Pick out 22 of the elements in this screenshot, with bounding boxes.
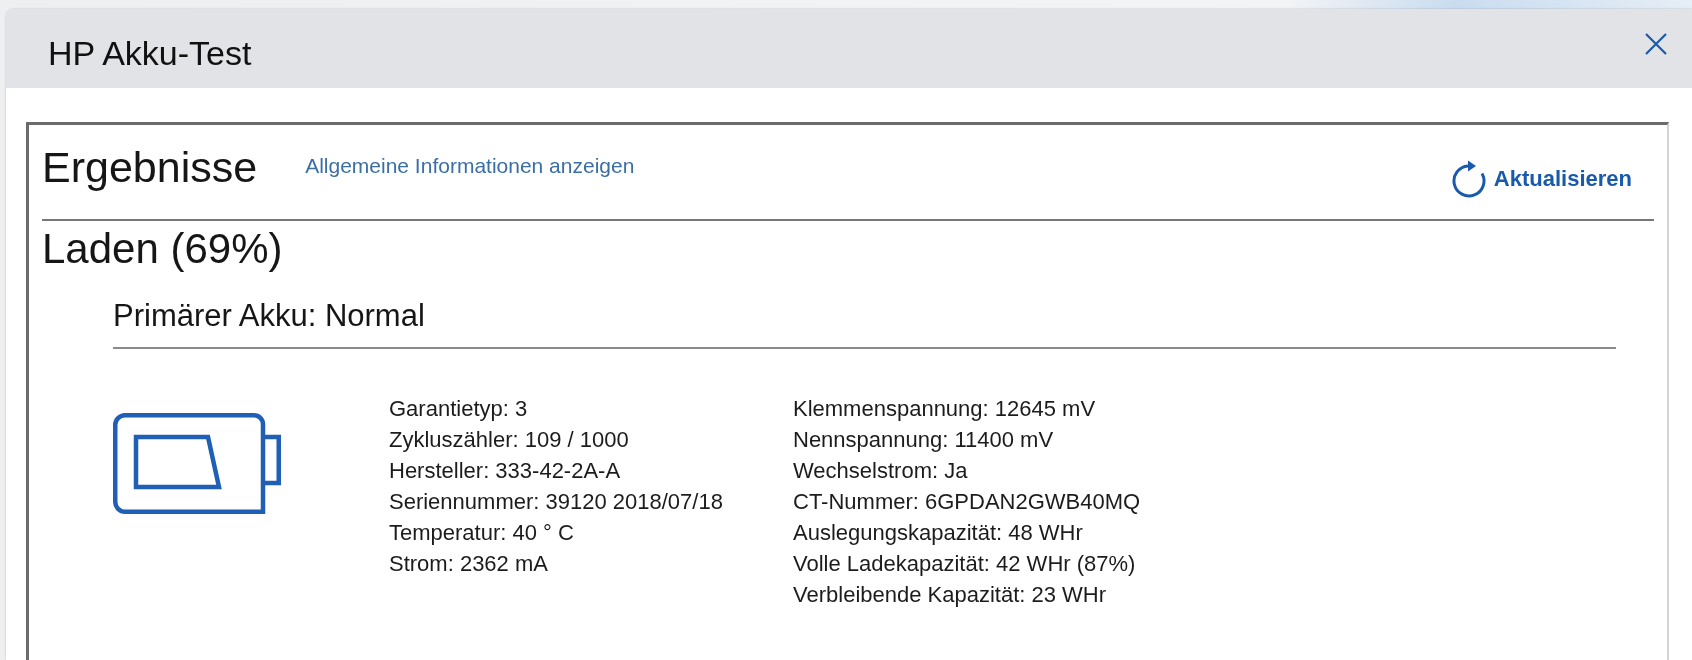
battery-info-text: Garantietyp: 3 bbox=[389, 395, 529, 423]
battery-info-text: Nennspannung: 11400 mV bbox=[793, 426, 1055, 454]
charge-status-heading: Laden (69%) bbox=[42, 224, 284, 274]
results-heading: Ergebnisse bbox=[42, 142, 258, 193]
battery-info-text: Hersteller: 333-42-2A-A bbox=[389, 457, 622, 485]
battery-info-text: Temperatur: 40 ° C bbox=[389, 519, 575, 547]
battery-info-text: Verbleibende Kapazität: 23 WHr bbox=[793, 581, 1108, 609]
battery-icon bbox=[113, 413, 281, 514]
window-title: HP Akku-Test bbox=[48, 34, 252, 73]
battery-info-text: Seriennummer: 39120 2018/07/18 bbox=[389, 488, 724, 516]
refresh-button[interactable]: Aktualisieren bbox=[1451, 159, 1632, 199]
close-icon bbox=[1645, 32, 1667, 55]
battery-info-text: Zykluszähler: 109 / 1000 bbox=[389, 426, 630, 454]
refresh-icon bbox=[1451, 160, 1488, 198]
general-info-link[interactable]: Allgemeine Informationen anzeigen bbox=[305, 154, 635, 178]
battery-info-text: Strom: 2362 mA bbox=[389, 550, 549, 578]
battery-info-text: Auslegungskapazität: 48 WHr bbox=[793, 519, 1084, 547]
battery-info-text: Klemmenspannung: 12645 mV bbox=[793, 395, 1097, 423]
battery-status-heading: Primärer Akku: Normal bbox=[113, 297, 426, 335]
battery-info-text: CT-Nummer: 6GPDAN2GWB40MQ bbox=[793, 488, 1141, 516]
battery-info-text: Wechselstrom: Ja bbox=[793, 457, 969, 485]
battery-info-text: Volle Ladekapazität: 42 WHr (87%) bbox=[793, 550, 1137, 578]
